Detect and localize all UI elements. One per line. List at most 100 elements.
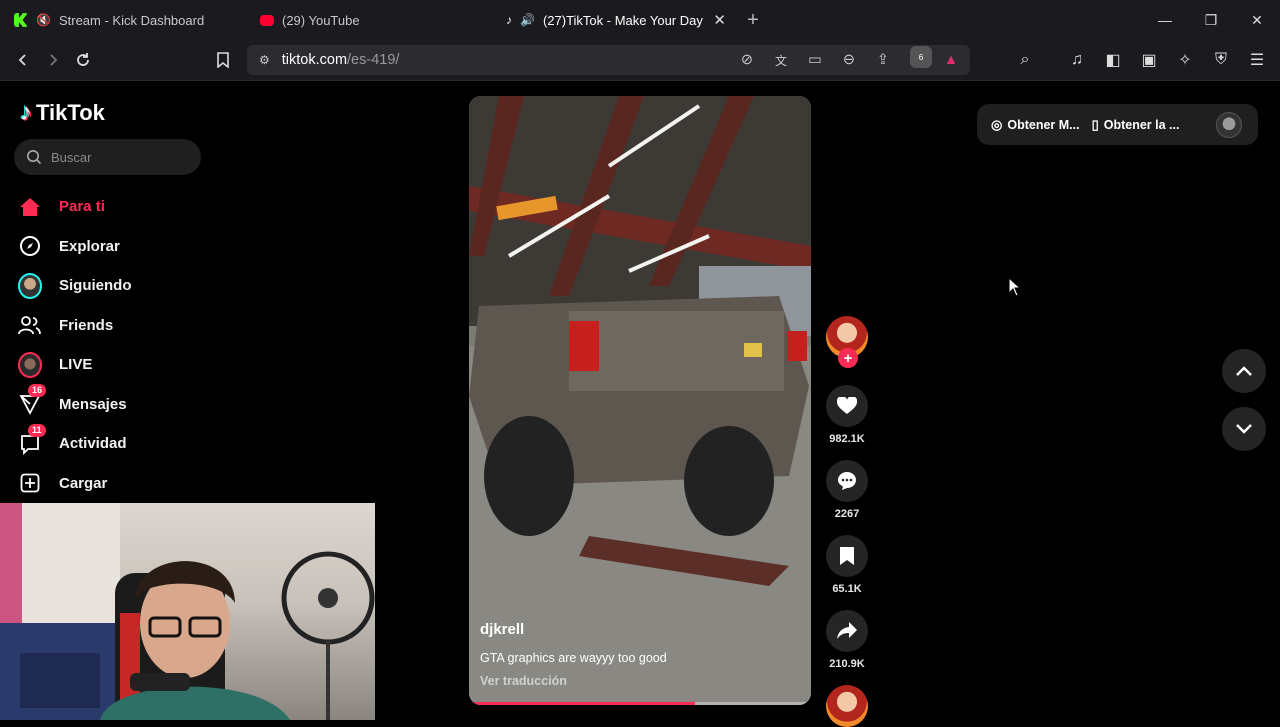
tab-title: Stream - Kick Dashboard (58, 12, 205, 28)
sidebar-item-mensajes[interactable]: 16 Mensajes (18, 384, 218, 425)
sidebar-item-siguiendo[interactable]: Siguiendo (18, 266, 218, 306)
save-count: 65.1K (832, 583, 862, 595)
sidebar-toggle-icon[interactable]: ◧ (1098, 45, 1128, 75)
back-icon[interactable] (8, 45, 38, 75)
minimize-icon[interactable]: — (1142, 0, 1188, 40)
wallet-icon[interactable]: ▣ (1134, 45, 1164, 75)
tab-youtube[interactable]: (29) YouTube (246, 0, 492, 40)
home-icon (18, 195, 42, 219)
video-progress-fill (469, 702, 695, 705)
comment-count: 2267 (834, 508, 860, 520)
comment-button[interactable] (826, 460, 868, 502)
search-icon (27, 150, 42, 165)
video-username[interactable]: djkrell (480, 621, 667, 638)
sidebar-item-label: Explorar (59, 237, 120, 255)
sidebar-item-label: LIVE (59, 356, 93, 374)
window-controls: — ❐ ✕ (1142, 0, 1280, 40)
video-progress-bar[interactable] (469, 702, 811, 705)
sidebar-item-label: Mensajes (59, 395, 127, 413)
close-tab-icon[interactable]: ✕ (713, 11, 726, 29)
media-icon[interactable]: ♫ (1062, 45, 1092, 75)
previous-video-button[interactable] (1222, 349, 1266, 393)
sidebar-item-para-ti[interactable]: Para ti (18, 187, 218, 227)
sidebar-item-actividad[interactable]: 11 Actividad (18, 423, 218, 464)
audio-playing-icon[interactable]: 🔊 (520, 13, 535, 27)
video-caption: djkrell GTA graphics are wayyy too good … (480, 621, 667, 688)
vpn-icon[interactable]: ⛨ (1206, 45, 1236, 75)
reload-icon[interactable] (68, 45, 98, 75)
tab-tiktok[interactable]: ♪ 🔊 (27)TikTok - Make Your Day ✕ (492, 0, 738, 40)
restore-icon[interactable]: ❐ (1188, 0, 1234, 40)
sound-avatar[interactable] (826, 685, 868, 727)
share-arrow-icon (837, 622, 857, 639)
video-description: GTA graphics are wayyy too good (480, 651, 667, 665)
share-icon[interactable]: ⇪ (872, 49, 894, 71)
video-player[interactable]: . djkrell GTA graphics are wayyy too goo… (469, 96, 811, 705)
save-button[interactable] (826, 535, 868, 577)
mouse-cursor-icon (1008, 277, 1022, 297)
tiktok-logo[interactable]: ♪ TikTok (20, 99, 105, 127)
activity-icon: 11 (18, 423, 46, 456)
menu-icon[interactable]: ☰ (1242, 45, 1272, 75)
bookmark-save-icon (840, 547, 854, 565)
address-bar[interactable]: ⚙ tiktok.com/es-419/ ⊘ 文 ▭ ⊖ ⇪ ◆6 ▲ (247, 45, 970, 75)
follow-plus-icon[interactable]: + (838, 348, 858, 368)
get-app-button[interactable]: ◎ Obtener M... (991, 117, 1080, 133)
sidebar-item-label: Para ti (59, 198, 105, 216)
kick-favicon-icon (14, 13, 28, 27)
like-count: 982.1K (829, 433, 865, 445)
translate-icon[interactable]: 文 (770, 49, 792, 71)
sidebar-item-label: Cargar (59, 474, 108, 492)
search-tabs-icon[interactable]: ⌕ (1010, 45, 1040, 75)
live-icon (18, 351, 42, 378)
video-actions: + 982.1K 2267 65.1K 210.9K (825, 316, 869, 727)
chevron-up-icon (1236, 366, 1252, 376)
browser-toolbar: ⚙ tiktok.com/es-419/ ⊘ 文 ▭ ⊖ ⇪ ◆6 ▲ ⌕ ♫ … (0, 40, 1280, 81)
activity-badge: 11 (28, 423, 46, 437)
tiktok-favicon-icon: ♪ (506, 13, 512, 27)
sidebar-item-friends[interactable]: Friends (18, 306, 218, 346)
upload-icon (18, 471, 42, 495)
window-close-icon[interactable]: ✕ (1234, 0, 1280, 40)
get-device-button[interactable]: ▯ Obtener la ... (1092, 117, 1180, 133)
translate-link[interactable]: Ver traducción (480, 674, 667, 688)
heart-icon (837, 397, 857, 414)
sidebar-item-label: Siguiendo (59, 277, 132, 295)
creator-avatar[interactable]: + (826, 316, 868, 368)
cast-icon[interactable]: ▭ (804, 49, 826, 71)
bookmark-icon[interactable] (208, 45, 238, 75)
brave-shields-icon[interactable]: ◆6 (906, 46, 932, 71)
friends-icon (18, 313, 42, 337)
comment-icon (838, 472, 856, 490)
sidebar-item-cargar[interactable]: Cargar (18, 464, 218, 504)
top-right-bar: ◎ Obtener M... ▯ Obtener la ... (977, 104, 1258, 145)
sidebar-item-live[interactable]: LIVE (18, 345, 218, 385)
search-placeholder: Buscar (51, 149, 92, 165)
leo-ai-icon[interactable]: ✧ (1170, 45, 1200, 75)
brave-rewards-icon[interactable]: ▲ (940, 49, 962, 71)
like-button[interactable] (826, 385, 868, 427)
forward-icon[interactable] (38, 45, 68, 75)
compass-icon (18, 234, 42, 258)
site-settings-icon[interactable]: ⚙ (259, 53, 270, 67)
profile-avatar[interactable] (1216, 112, 1242, 138)
tab-title: (27)TikTok - Make Your Day (542, 12, 703, 28)
no-camera-icon[interactable]: ⊘ (736, 49, 758, 71)
webcam-scene (0, 503, 375, 720)
zoom-icon[interactable]: ⊖ (838, 49, 860, 71)
mute-icon[interactable]: 🔇 (36, 13, 51, 27)
search-input[interactable]: Buscar (14, 139, 201, 175)
next-video-button[interactable] (1222, 407, 1266, 451)
coin-icon: ◎ (991, 116, 1003, 132)
following-avatar-icon (18, 272, 42, 299)
shields-count-badge: 6 (910, 46, 932, 68)
new-tab-button[interactable]: + (738, 5, 768, 35)
messages-badge: 16 (28, 384, 47, 398)
share-button[interactable] (826, 610, 868, 652)
bat-spacer (1046, 45, 1056, 75)
sidebar-item-explorar[interactable]: Explorar (18, 227, 218, 267)
video-frame: . (469, 96, 811, 705)
tab-kick[interactable]: 🔇 Stream - Kick Dashboard (0, 0, 246, 40)
tiktok-note-icon: ♪ (20, 99, 32, 126)
phone-icon: ▯ (1091, 116, 1099, 132)
